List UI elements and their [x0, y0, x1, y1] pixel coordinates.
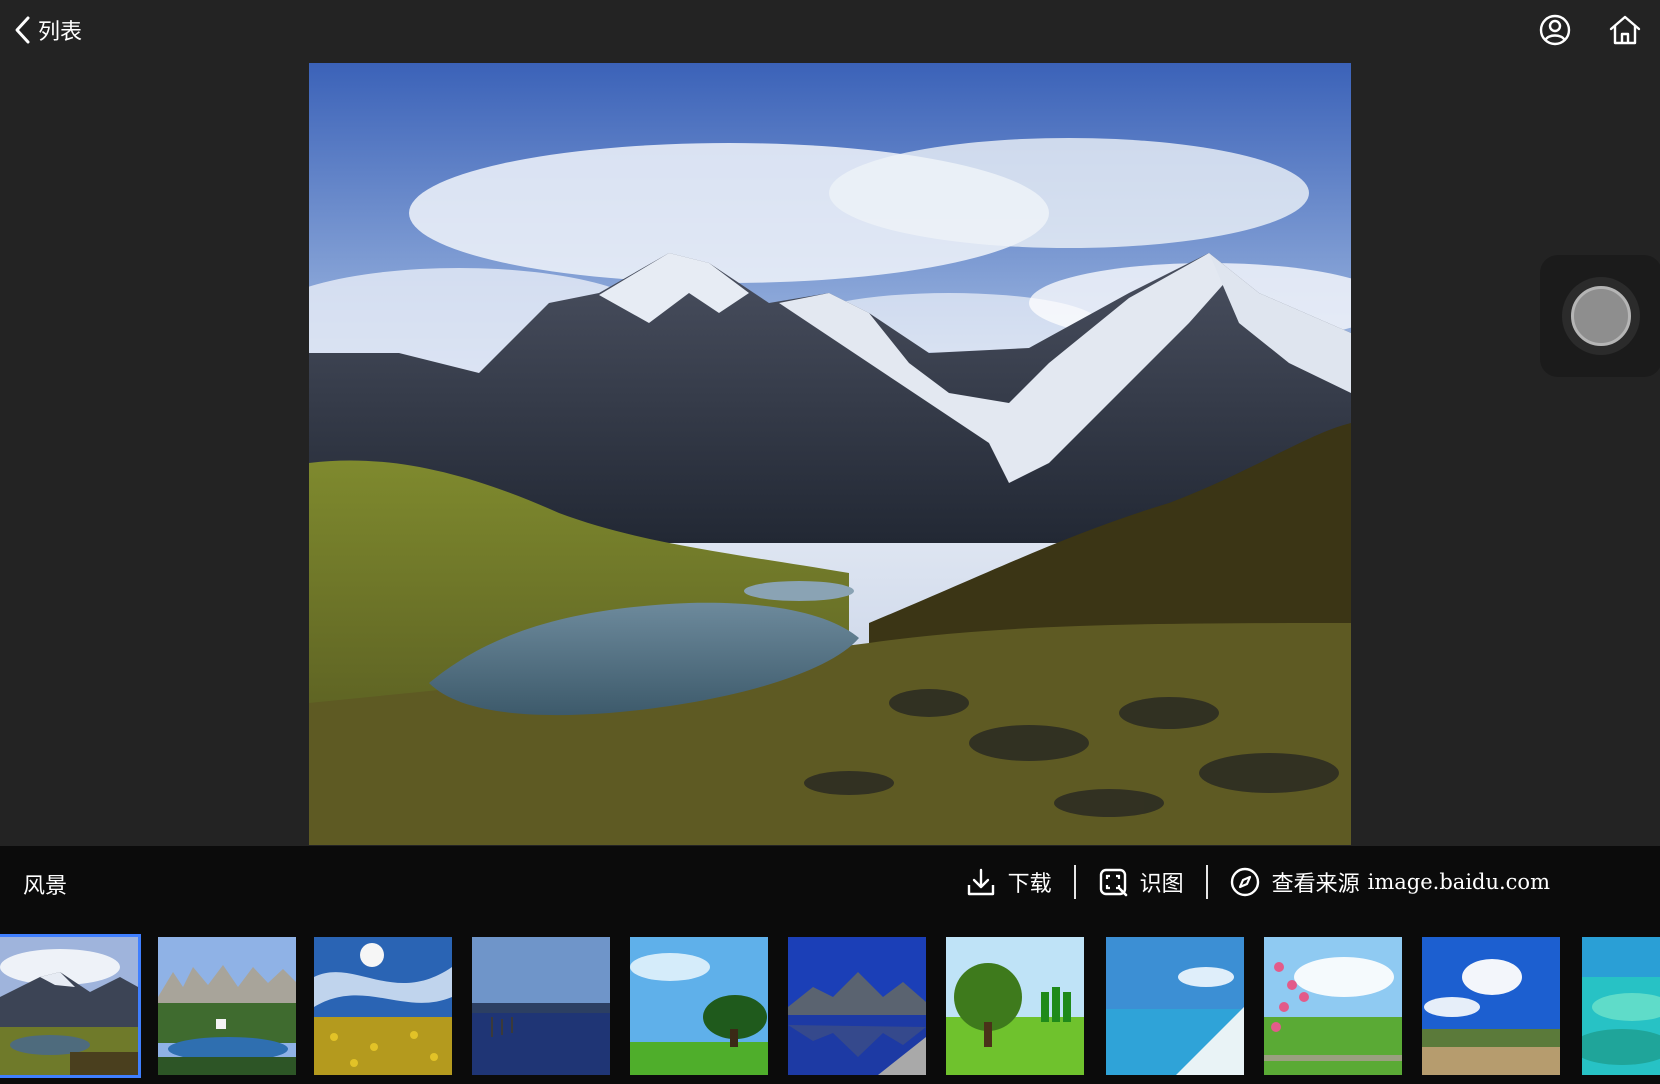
- identify-label: 识图: [1139, 872, 1184, 897]
- thumbnail-tropical-sea: [1582, 937, 1660, 1075]
- thumbnail-beach: [1106, 937, 1244, 1075]
- home-icon[interactable]: [1607, 12, 1643, 48]
- floating-button-ring: [1562, 277, 1640, 355]
- thumbnail[interactable]: [0, 934, 141, 1078]
- action-group: 下载 识图 查看来源 image.baidu.com: [966, 862, 1550, 902]
- thumbnail[interactable]: [1264, 937, 1402, 1075]
- thumbnail-strip[interactable]: [0, 918, 1660, 1084]
- thumbnail[interactable]: [946, 937, 1084, 1075]
- download-button[interactable]: 下载: [966, 866, 1052, 898]
- thumbnail[interactable]: [788, 937, 926, 1075]
- thumbnail[interactable]: [314, 937, 452, 1075]
- thumbnail-mountain-reflection: [788, 937, 926, 1075]
- thumbnail[interactable]: [472, 937, 610, 1075]
- floating-button-dot: [1571, 286, 1631, 346]
- landscape-image: [309, 63, 1351, 845]
- thumbnail-lone-tree: [630, 937, 768, 1075]
- chevron-left-icon: [15, 16, 30, 44]
- thumbnail[interactable]: [1422, 937, 1560, 1075]
- download-icon: [967, 868, 994, 896]
- thumbnail-green-tree: [946, 937, 1084, 1075]
- thumbnail[interactable]: [1582, 937, 1660, 1075]
- thumbnail[interactable]: [158, 937, 296, 1075]
- compass-icon: [1230, 867, 1259, 897]
- back-button[interactable]: 列表: [14, 12, 82, 48]
- thumbnail-dolomites: [158, 937, 296, 1075]
- identify-image-button[interactable]: 识图: [1098, 866, 1184, 898]
- main-image[interactable]: [309, 63, 1351, 845]
- source-domain: image.baidu.com: [1367, 870, 1550, 894]
- thumbnail[interactable]: [630, 937, 768, 1075]
- image-title: 风景: [23, 874, 68, 899]
- thumbnail[interactable]: [1106, 937, 1244, 1075]
- view-source-button[interactable]: 查看来源 image.baidu.com: [1230, 866, 1550, 898]
- thumbnail-blossom: [1264, 937, 1402, 1075]
- download-label: 下载: [1007, 872, 1052, 897]
- thumbnail-moon-field: [314, 937, 452, 1075]
- thumbnail-mountain-lake: [0, 937, 138, 1075]
- user-icon[interactable]: [1537, 12, 1573, 48]
- top-bar: 列表: [0, 0, 1660, 60]
- info-bar: 风景 下载 识图 查看来源 image.baidu.com: [0, 846, 1660, 918]
- back-label: 列表: [38, 20, 83, 45]
- thumbnail-blue-lake: [472, 937, 610, 1075]
- source-label: 查看来源: [1271, 872, 1360, 897]
- thumbnail-clouds-plain: [1422, 937, 1560, 1075]
- floating-assist-button[interactable]: [1540, 255, 1660, 377]
- divider: [1205, 865, 1208, 899]
- divider: [1073, 865, 1076, 899]
- scan-icon: [1099, 868, 1127, 897]
